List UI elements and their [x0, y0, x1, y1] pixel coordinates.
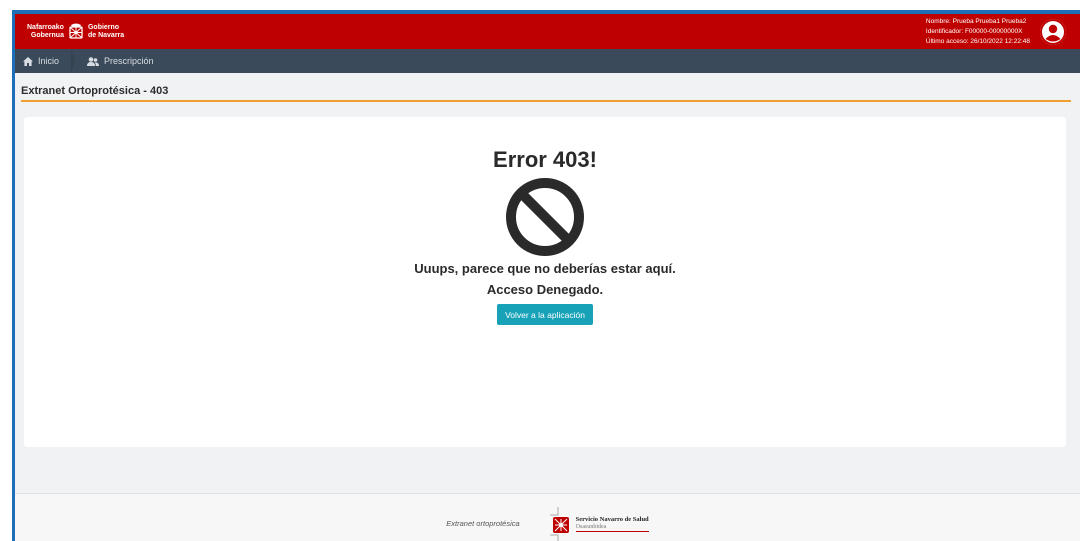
- error-message: Uuups, parece que no deberías estar aquí…: [414, 261, 676, 276]
- top-header: Nafarroako Gobernua Gobierno de Navarra …: [15, 14, 1080, 49]
- footer-text: Extranet ortoprotésica: [446, 519, 520, 528]
- home-icon: [23, 56, 33, 66]
- main-nav: Inicio Prescripción: [15, 49, 1080, 73]
- sns-logo[interactable]: Servicio Navarro de Salud Osasunbidea: [549, 506, 649, 541]
- footer: Extranet ortoprotésica Servicio Navarro …: [15, 493, 1080, 541]
- sns-logo-title: Servicio Navarro de Salud: [575, 515, 649, 523]
- brand-right-line1: Gobierno: [87, 23, 120, 31]
- ban-icon: [506, 178, 584, 256]
- user-panel: Nombre: Prueba Prueba1 Prueba2 Identific…: [926, 17, 1066, 47]
- navarra-crest-icon: [69, 23, 83, 39]
- nav-item-inicio[interactable]: Inicio: [15, 49, 76, 73]
- sns-logo-subtitle: Osasunbidea: [575, 524, 649, 532]
- user-avatar-button[interactable]: [1040, 18, 1066, 45]
- page-title: Extranet Ortoprotésica - 403: [21, 85, 1071, 102]
- user-info: Nombre: Prueba Prueba1 Prueba2 Identific…: [926, 17, 1030, 47]
- brand-left-line2: Gobernua: [30, 31, 64, 39]
- nav-item-prescripcion[interactable]: Prescripción: [71, 49, 166, 73]
- sns-crest-icon: [549, 506, 569, 541]
- user-circle-icon: [1040, 18, 1066, 45]
- nav-item-label: Prescripción: [104, 56, 154, 66]
- access-denied-text: Acceso Denegado.: [486, 282, 604, 297]
- user-name: Nombre: Prueba Prueba1 Prueba2: [925, 17, 1027, 25]
- error-card: Error 403! Uuups, parece que no deberías…: [24, 117, 1066, 447]
- app-window: Nafarroako Gobernua Gobierno de Navarra …: [15, 14, 1080, 541]
- brand-right-line2: de Navarra: [87, 31, 125, 39]
- government-logo[interactable]: Nafarroako Gobernua Gobierno de Navarra: [27, 23, 124, 41]
- browser-frame: Nafarroako Gobernua Gobierno de Navarra …: [12, 10, 1080, 541]
- error-title: Error 403!: [493, 147, 597, 172]
- brand-left-line1: Nafarroako: [27, 23, 64, 31]
- users-icon: [87, 56, 100, 66]
- user-identifier: Identificador: F00000-00000000X: [925, 27, 1023, 35]
- nav-item-label: Inicio: [38, 56, 60, 66]
- last-access: Último acceso: 26/10/2022 12:22:48: [925, 37, 1030, 45]
- back-to-app-button[interactable]: Volver a la aplicación: [497, 304, 593, 325]
